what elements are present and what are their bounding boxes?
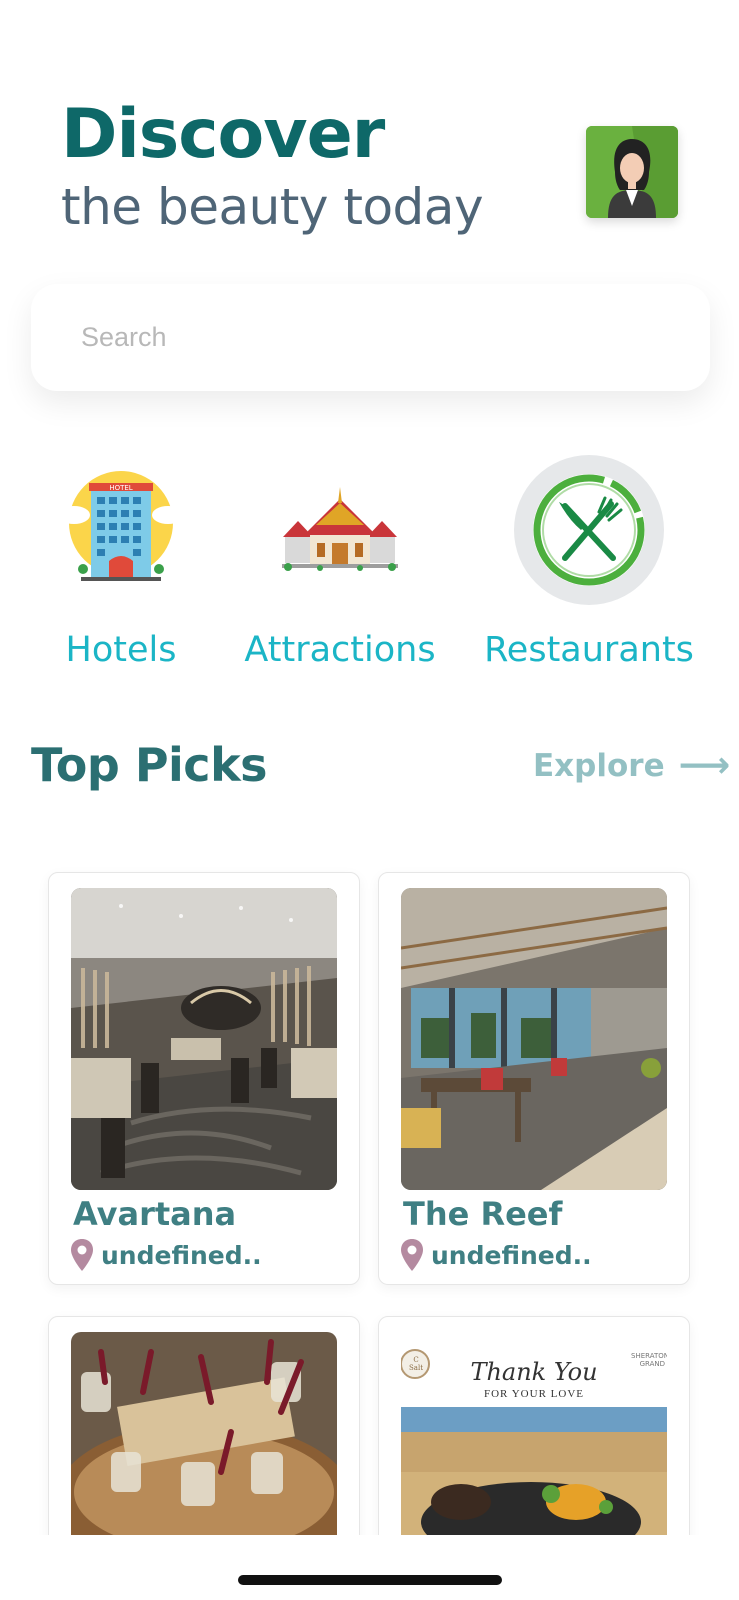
category-attractions[interactable]: Attractions bbox=[244, 455, 436, 670]
explore-label: Explore bbox=[533, 747, 665, 784]
search-input[interactable] bbox=[31, 284, 710, 391]
restaurant-photo bbox=[71, 888, 337, 1190]
fork-knife-icon bbox=[514, 455, 664, 605]
category-hotels[interactable]: HOTEL Hotels bbox=[46, 455, 196, 670]
category-label-attractions: Attractions bbox=[244, 630, 436, 670]
header: Discover the beauty today bbox=[61, 95, 581, 237]
top-picks-title: Top Picks bbox=[31, 738, 268, 792]
temple-icon bbox=[265, 455, 415, 605]
search-bar[interactable] bbox=[31, 284, 710, 391]
explore-link[interactable]: Explore ⟶ bbox=[533, 745, 730, 786]
card-location: undefined.. bbox=[401, 1239, 592, 1271]
home-indicator[interactable] bbox=[238, 1575, 502, 1585]
location-pin-icon bbox=[71, 1239, 93, 1271]
card-title: Avartana bbox=[73, 1195, 237, 1233]
avatar[interactable] bbox=[586, 126, 678, 218]
bottom-safe-area bbox=[0, 1535, 739, 1600]
svg-text:HOTEL: HOTEL bbox=[109, 484, 132, 492]
pick-card-the-reef[interactable]: The Reef undefined.. bbox=[378, 872, 690, 1285]
category-restaurants[interactable]: Restaurants bbox=[484, 455, 694, 670]
page-title: Discover bbox=[61, 95, 385, 174]
pick-card-avartana[interactable]: Avartana undefined.. bbox=[48, 872, 360, 1285]
card-location-text: undefined.. bbox=[101, 1240, 262, 1270]
card-thank-you: Thank You bbox=[470, 1358, 598, 1386]
user-avatar-icon bbox=[586, 126, 678, 218]
page-subtitle: the beauty today bbox=[61, 178, 484, 236]
arrow-right-icon: ⟶ bbox=[678, 745, 731, 786]
card-title: The Reef bbox=[403, 1195, 563, 1233]
card-for-your-love: FOR YOUR LOVE bbox=[484, 1388, 584, 1400]
restaurant-photo bbox=[401, 888, 667, 1190]
card-location-text: undefined.. bbox=[431, 1240, 592, 1270]
category-label-restaurants: Restaurants bbox=[484, 630, 694, 670]
card-location: undefined.. bbox=[71, 1239, 262, 1271]
hotel-building-icon: HOTEL bbox=[46, 455, 196, 605]
category-label-hotels: Hotels bbox=[65, 630, 177, 670]
location-pin-icon bbox=[401, 1239, 423, 1271]
